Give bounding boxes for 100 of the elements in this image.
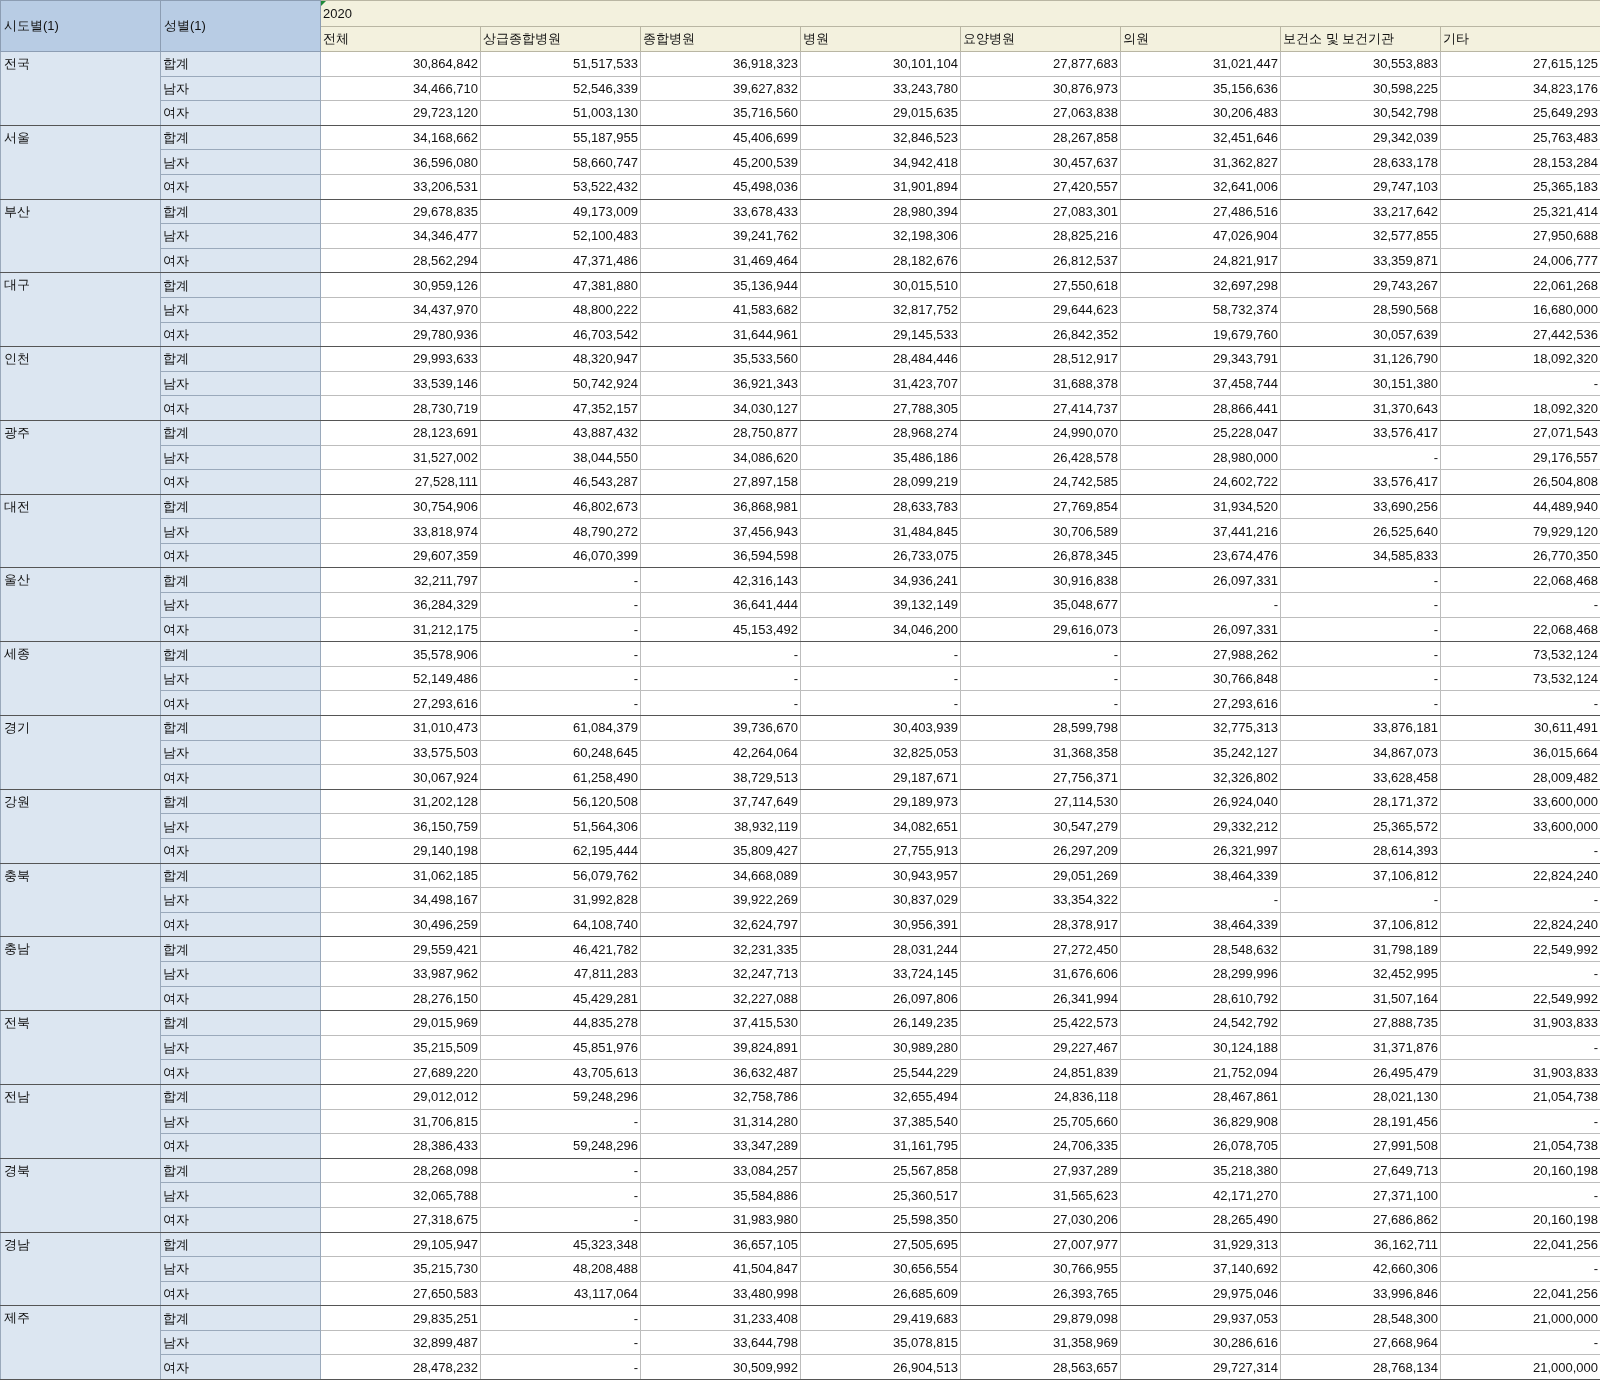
table-cell: 38,729,513	[640, 764, 801, 790]
table-cell: 27,063,838	[960, 100, 1121, 126]
table-cell: 29,227,467	[960, 1035, 1121, 1060]
table-cell: 33,818,974	[320, 518, 481, 544]
table-cell: 30,542,798	[1280, 100, 1441, 126]
table-cell: 35,578,906	[320, 641, 481, 667]
table-cell: 43,887,432	[480, 420, 641, 445]
table-cell: 35,242,127	[1120, 740, 1281, 765]
table-cell: 27,272,450	[960, 936, 1121, 962]
sex-header: 여자	[160, 912, 321, 937]
table-cell: 31,371,876	[1280, 1035, 1441, 1060]
table-cell: 31,314,280	[640, 1109, 801, 1134]
table-cell: 42,316,143	[640, 567, 801, 593]
table-cell: 36,596,080	[320, 149, 481, 175]
table-cell: 26,685,609	[800, 1281, 961, 1306]
table-cell: 26,321,997	[1120, 838, 1281, 864]
table-cell: 36,150,759	[320, 813, 481, 839]
table-cell: -	[1280, 445, 1441, 470]
table-cell: 32,326,802	[1120, 764, 1281, 790]
table-cell: -	[480, 1158, 641, 1183]
table-cell: 30,754,906	[320, 494, 481, 519]
table-cell: 31,507,164	[1280, 986, 1441, 1011]
table-cell: 30,837,029	[800, 887, 961, 913]
table-cell: 28,633,178	[1280, 149, 1441, 175]
table-cell: 30,864,842	[320, 51, 481, 77]
table-cell: 28,563,657	[960, 1354, 1121, 1380]
table-cell: 30,766,955	[960, 1256, 1121, 1282]
sex-header: 여자	[160, 248, 321, 273]
table-cell: 48,320,947	[480, 346, 641, 372]
table-cell: 28,980,394	[800, 199, 961, 224]
sex-header: 합계	[160, 1010, 321, 1036]
table-cell: 27,689,220	[320, 1059, 481, 1085]
table-cell: 33,084,257	[640, 1158, 801, 1183]
sex-header: 여자	[160, 1281, 321, 1306]
sex-header: 여자	[160, 100, 321, 126]
table-cell: 31,484,845	[800, 518, 961, 544]
table-cell: 35,215,730	[320, 1256, 481, 1282]
table-cell: 26,393,765	[960, 1281, 1121, 1306]
table-cell: 33,206,531	[320, 174, 481, 200]
table-cell: 49,173,009	[480, 199, 641, 224]
sex-header: 합계	[160, 567, 321, 593]
sex-header: 여자	[160, 838, 321, 864]
table-cell: 33,690,256	[1280, 494, 1441, 519]
table-cell: 28,267,858	[960, 125, 1121, 150]
table-cell: 25,360,517	[800, 1182, 961, 1208]
table-cell: 38,464,339	[1120, 863, 1281, 888]
table-cell: 31,161,795	[800, 1133, 961, 1159]
table-cell: 32,198,306	[800, 223, 961, 249]
sex-header: 여자	[160, 764, 321, 790]
table-cell: 38,044,550	[480, 445, 641, 470]
table-cell: 32,817,752	[800, 297, 961, 323]
table-cell: 36,162,711	[1280, 1232, 1441, 1257]
table-cell: 21,752,094	[1120, 1059, 1281, 1085]
table-cell: 30,959,126	[320, 272, 481, 298]
table-cell: 30,943,957	[800, 863, 961, 888]
table-cell: 58,732,374	[1120, 297, 1281, 323]
table-cell: 29,419,683	[800, 1305, 961, 1331]
table-cell: 31,469,464	[640, 248, 801, 273]
table-cell: 27,756,371	[960, 764, 1121, 790]
table-cell: 45,323,348	[480, 1232, 641, 1257]
table-cell: 32,758,786	[640, 1084, 801, 1110]
sex-header: 남자	[160, 371, 321, 396]
region-header: 충남	[0, 936, 161, 1011]
table-cell: 28,191,456	[1280, 1109, 1441, 1134]
table-cell: 31,929,313	[1120, 1232, 1281, 1257]
table-cell: 47,371,486	[480, 248, 641, 273]
sex-header: 합계	[160, 789, 321, 814]
table-cell: 35,218,380	[1120, 1158, 1281, 1183]
table-cell: 29,015,969	[320, 1010, 481, 1036]
table-cell: 27,505,695	[800, 1232, 961, 1257]
table-cell: 29,187,671	[800, 764, 961, 790]
table-cell: 29,975,046	[1120, 1281, 1281, 1306]
table-cell: 31,362,827	[1120, 149, 1281, 175]
table-cell: 35,048,677	[960, 592, 1121, 618]
table-cell: 44,835,278	[480, 1010, 641, 1036]
table-cell: 30,547,279	[960, 813, 1121, 839]
table-cell: 27,414,737	[960, 395, 1121, 421]
table-cell: 31,798,189	[1280, 936, 1441, 962]
table-cell: 30,206,483	[1120, 100, 1281, 126]
table-cell: -	[640, 641, 801, 667]
table-cell: -	[480, 666, 641, 691]
table-cell: 30,496,259	[320, 912, 481, 937]
table-cell: 25,544,229	[800, 1059, 961, 1085]
table-cell: 26,878,345	[960, 543, 1121, 568]
table-cell: 32,775,313	[1120, 715, 1281, 741]
table-cell: 28,730,719	[320, 395, 481, 421]
table-cell: 28,633,783	[800, 494, 961, 519]
table-cell: -	[640, 666, 801, 691]
table-cell: 34,086,620	[640, 445, 801, 470]
sex-header: 남자	[160, 223, 321, 249]
table-cell: 33,644,798	[640, 1330, 801, 1355]
table-cell: 34,466,710	[320, 76, 481, 101]
table-cell: 28,610,792	[1120, 986, 1281, 1011]
table-cell: -	[800, 666, 961, 691]
table-cell: 35,486,186	[800, 445, 961, 470]
table-cell: 27,114,530	[960, 789, 1121, 814]
sex-header: 남자	[160, 297, 321, 323]
table-cell: 28,021,130	[1280, 1084, 1441, 1110]
table-cell: 25,422,573	[960, 1010, 1121, 1036]
table-cell: 30,706,589	[960, 518, 1121, 544]
